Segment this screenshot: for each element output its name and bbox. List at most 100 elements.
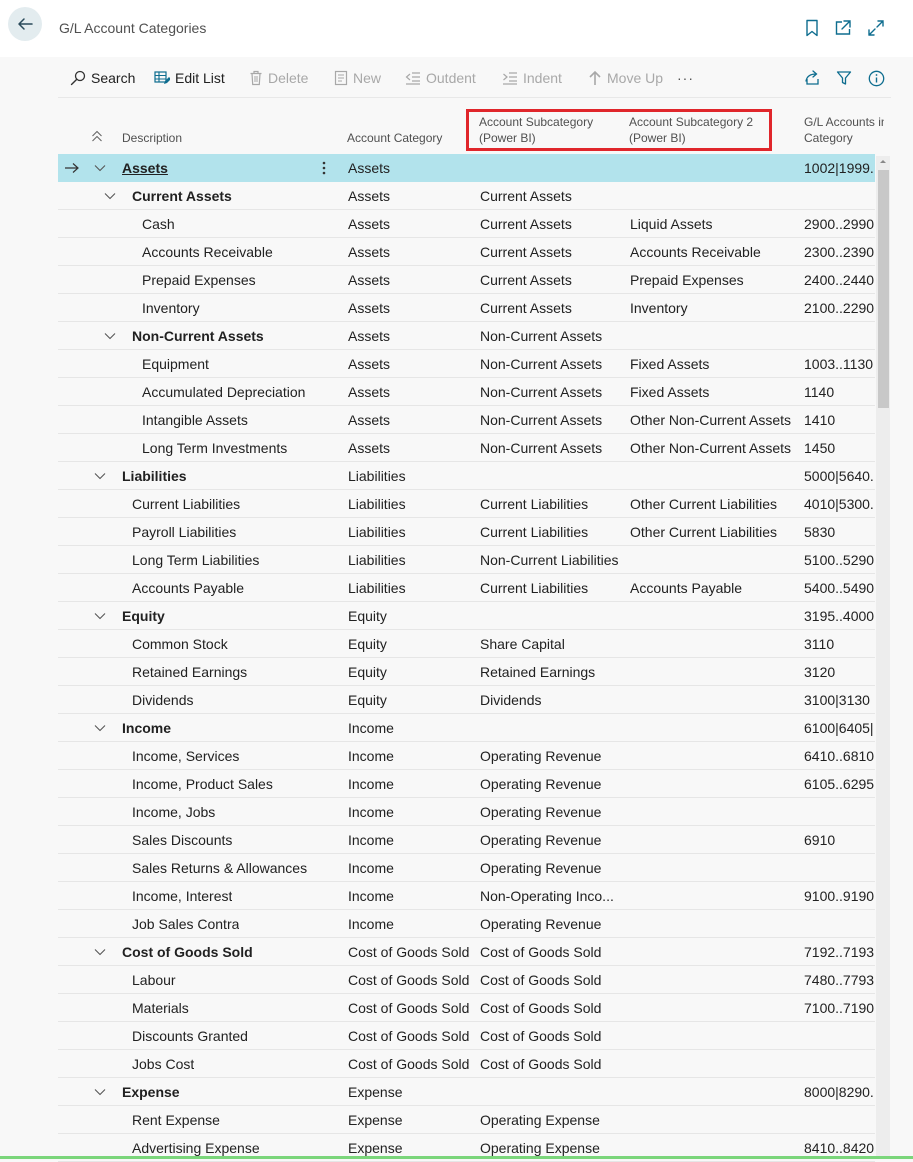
share-button[interactable] bbox=[799, 63, 823, 93]
cell-account-category[interactable]: Assets bbox=[348, 294, 473, 322]
cell-subcategory-2[interactable]: Other Non-Current Assets bbox=[630, 434, 800, 462]
move-up-button[interactable]: Move Up bbox=[588, 63, 663, 93]
cell-subcategory-2[interactable]: Other Current Liabilities bbox=[630, 518, 800, 546]
cell-description[interactable]: Expense bbox=[122, 1078, 180, 1106]
table-row[interactable]: Rent Expense Expense Operating Expense bbox=[58, 1106, 875, 1134]
cell-description[interactable]: Rent Expense bbox=[132, 1106, 220, 1134]
expand-button[interactable] bbox=[865, 17, 887, 39]
cell-gl-accounts[interactable]: 3120 bbox=[804, 658, 874, 686]
cell-subcategory-1[interactable]: Cost of Goods Sold bbox=[480, 994, 622, 1022]
cell-gl-accounts[interactable]: 1450 bbox=[804, 434, 874, 462]
cell-subcategory-1[interactable]: Non-Current Assets bbox=[480, 434, 622, 462]
table-row[interactable]: Current Assets Assets Current Assets bbox=[58, 182, 875, 210]
cell-subcategory-2[interactable] bbox=[630, 322, 800, 350]
header-account-category[interactable]: Account Category bbox=[347, 130, 442, 146]
cell-subcategory-2[interactable] bbox=[630, 714, 800, 742]
cell-description[interactable]: Payroll Liabilities bbox=[132, 518, 236, 546]
cell-account-category[interactable]: Assets bbox=[348, 210, 473, 238]
cell-gl-accounts[interactable]: 7480..7793 bbox=[804, 966, 874, 994]
cell-subcategory-2[interactable] bbox=[630, 630, 800, 658]
cell-gl-accounts[interactable]: 1410 bbox=[804, 406, 874, 434]
cell-account-category[interactable]: Income bbox=[348, 826, 473, 854]
table-row[interactable]: Discounts Granted Cost of Goods Sold Cost … bbox=[58, 1022, 875, 1050]
cell-subcategory-2[interactable] bbox=[630, 686, 800, 714]
table-row[interactable]: Accounts Receivable Assets Current Assets A… bbox=[58, 238, 875, 266]
cell-description[interactable]: Current Liabilities bbox=[132, 490, 240, 518]
cell-subcategory-1[interactable]: Current Liabilities bbox=[480, 518, 622, 546]
table-row[interactable]: Non-Current Assets Assets Non-Current Asse… bbox=[58, 322, 875, 350]
back-button[interactable] bbox=[8, 7, 42, 41]
table-row[interactable]: Materials Cost of Goods Sold Cost of Goods… bbox=[58, 994, 875, 1022]
open-new-window-button[interactable] bbox=[832, 17, 854, 39]
cell-subcategory-1[interactable]: Cost of Goods Sold bbox=[480, 938, 622, 966]
cell-subcategory-2[interactable]: Accounts Receivable bbox=[630, 238, 800, 266]
chevron-down-icon[interactable] bbox=[94, 154, 106, 182]
cell-subcategory-2[interactable] bbox=[630, 154, 800, 182]
cell-subcategory-1[interactable]: Operating Revenue bbox=[480, 826, 622, 854]
cell-account-category[interactable]: Assets bbox=[348, 378, 473, 406]
chevron-down-icon[interactable] bbox=[94, 602, 106, 630]
cell-gl-accounts[interactable]: 5000|5640... bbox=[804, 462, 874, 490]
cell-subcategory-2[interactable] bbox=[630, 658, 800, 686]
table-row[interactable]: Liabilities Liabilities 5000|5640... bbox=[58, 462, 875, 490]
cell-subcategory-1[interactable]: Current Assets bbox=[480, 182, 622, 210]
search-button[interactable]: Search bbox=[70, 63, 135, 93]
cell-gl-accounts[interactable]: 1002|1999... bbox=[804, 154, 874, 182]
chevron-down-icon[interactable] bbox=[94, 462, 106, 490]
table-row[interactable]: Common Stock Equity Share Capital 3110 bbox=[58, 630, 875, 658]
cell-description[interactable]: Job Sales Contra bbox=[132, 910, 239, 938]
info-button[interactable] bbox=[864, 63, 888, 93]
cell-account-category[interactable]: Assets bbox=[348, 406, 473, 434]
cell-description[interactable]: Long Term Liabilities bbox=[132, 546, 259, 574]
table-row[interactable]: Income Income 6100|6405|6 bbox=[58, 714, 875, 742]
cell-subcategory-2[interactable] bbox=[630, 1022, 800, 1050]
outdent-button[interactable]: Outdent bbox=[405, 63, 476, 93]
cell-account-category[interactable]: Expense bbox=[348, 1078, 473, 1106]
cell-subcategory-2[interactable] bbox=[630, 910, 800, 938]
cell-subcategory-1[interactable] bbox=[480, 462, 622, 490]
cell-gl-accounts[interactable]: 3100|3130 bbox=[804, 686, 874, 714]
cell-account-category[interactable]: Liabilities bbox=[348, 490, 473, 518]
cell-description[interactable]: Income, Services bbox=[132, 742, 239, 770]
cell-gl-accounts[interactable] bbox=[804, 1106, 874, 1134]
table-row[interactable]: Long Term Liabilities Liabilities Non-Curr… bbox=[58, 546, 875, 574]
table-row[interactable]: Labour Cost of Goods Sold Cost of Goods So… bbox=[58, 966, 875, 994]
cell-subcategory-1[interactable]: Cost of Goods Sold bbox=[480, 1022, 622, 1050]
table-row[interactable]: Income, Services Income Operating Revenue 6… bbox=[58, 742, 875, 770]
cell-description[interactable]: Common Stock bbox=[132, 630, 228, 658]
cell-subcategory-2[interactable] bbox=[630, 1050, 800, 1078]
cell-account-category[interactable]: Income bbox=[348, 742, 473, 770]
cell-description[interactable]: Discounts Granted bbox=[132, 1022, 248, 1050]
cell-subcategory-2[interactable] bbox=[630, 770, 800, 798]
cell-subcategory-2[interactable]: Fixed Assets bbox=[630, 378, 800, 406]
cell-subcategory-1[interactable] bbox=[480, 154, 622, 182]
cell-description[interactable]: Intangible Assets bbox=[142, 406, 248, 434]
cell-account-category[interactable]: Income bbox=[348, 714, 473, 742]
table-row[interactable]: Long Term Investments Assets Non-Current A… bbox=[58, 434, 875, 462]
indent-button[interactable]: Indent bbox=[502, 63, 562, 93]
cell-gl-accounts[interactable]: 1140 bbox=[804, 378, 874, 406]
cell-description[interactable]: Long Term Investments bbox=[142, 434, 287, 462]
cell-subcategory-1[interactable]: Non-Operating Inco... bbox=[480, 882, 622, 910]
cell-account-category[interactable]: Assets bbox=[348, 266, 473, 294]
new-button[interactable]: New bbox=[334, 63, 381, 93]
cell-subcategory-1[interactable]: Operating Revenue bbox=[480, 770, 622, 798]
cell-account-category[interactable]: Cost of Goods Sold bbox=[348, 938, 473, 966]
cell-description[interactable]: Accumulated Depreciation bbox=[142, 378, 305, 406]
cell-gl-accounts[interactable] bbox=[804, 322, 874, 350]
cell-gl-accounts[interactable]: 5100..5290 bbox=[804, 546, 874, 574]
more-actions-button[interactable]: ··· bbox=[677, 63, 694, 93]
cell-gl-accounts[interactable]: 7192..7193| bbox=[804, 938, 874, 966]
cell-subcategory-2[interactable] bbox=[630, 182, 800, 210]
table-row[interactable]: Current Liabilities Liabilities Current Li… bbox=[58, 490, 875, 518]
cell-subcategory-1[interactable] bbox=[480, 602, 622, 630]
table-row[interactable]: Intangible Assets Assets Non-Current Asset… bbox=[58, 406, 875, 434]
cell-subcategory-1[interactable]: Current Assets bbox=[480, 238, 622, 266]
cell-subcategory-2[interactable]: Prepaid Expenses bbox=[630, 266, 800, 294]
cell-description[interactable]: Materials bbox=[132, 994, 189, 1022]
cell-description[interactable]: Equity bbox=[122, 602, 165, 630]
cell-description[interactable]: Sales Discounts bbox=[132, 826, 232, 854]
cell-gl-accounts[interactable]: 9100..9190 bbox=[804, 882, 874, 910]
cell-subcategory-2[interactable] bbox=[630, 546, 800, 574]
table-row[interactable]: Payroll Liabilities Liabilities Current Li… bbox=[58, 518, 875, 546]
